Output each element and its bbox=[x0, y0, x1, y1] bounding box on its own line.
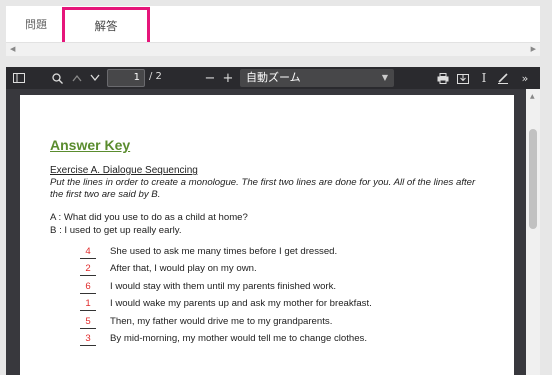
page-title: Answer Key bbox=[50, 137, 131, 153]
exercise-title: Exercise A. Dialogue Sequencing bbox=[50, 165, 198, 176]
answer-number: 5 bbox=[80, 316, 96, 329]
search-icon[interactable] bbox=[50, 71, 64, 85]
pdf-toolbar: 1 / 2 − + 自動ズーム ▼ I » bbox=[6, 67, 540, 89]
answer-number: 2 bbox=[80, 263, 96, 276]
answer-text: After that, I would play on my own. bbox=[110, 263, 257, 274]
page-total-label: / 2 bbox=[149, 71, 162, 82]
previous-page-icon[interactable] bbox=[70, 71, 84, 85]
zoom-select-label: 自動ズーム bbox=[246, 71, 301, 84]
answer-text: She used to ask me many times before I g… bbox=[110, 246, 338, 257]
dialogue-line-a: A : What did you use to do as a child at… bbox=[50, 212, 248, 223]
scroll-left-icon[interactable]: ◀ bbox=[10, 45, 15, 53]
tab-answer[interactable]: 解答 bbox=[62, 7, 150, 45]
sidebar-toggle-icon[interactable] bbox=[12, 71, 26, 85]
dialogue-line-b: B : I used to get up really early. bbox=[50, 225, 182, 236]
more-tools-icon[interactable]: » bbox=[518, 71, 532, 85]
scrollbar-thumb[interactable] bbox=[529, 129, 537, 229]
app-frame: 問題 解答 ◀ ▶ 1 / 2 − + 自動ズーム ▼ I » Answer K… bbox=[0, 0, 552, 375]
scroll-up-icon[interactable]: ▲ bbox=[530, 93, 535, 100]
scroll-right-icon[interactable]: ▶ bbox=[531, 45, 536, 53]
next-page-icon[interactable] bbox=[88, 71, 102, 85]
zoom-select[interactable]: 自動ズーム ▼ bbox=[240, 69, 394, 87]
zoom-out-icon[interactable]: − bbox=[204, 71, 216, 86]
tab-question[interactable]: 問題 bbox=[16, 6, 56, 42]
answer-number: 3 bbox=[80, 333, 96, 346]
print-icon[interactable] bbox=[436, 71, 450, 85]
tab-bar: 問題 解答 bbox=[6, 6, 540, 45]
pdf-viewer: 1 / 2 − + 自動ズーム ▼ I » Answer Key Exercis… bbox=[6, 67, 540, 375]
answer-text: I would stay with them until my parents … bbox=[110, 281, 337, 292]
exercise-instructions: Put the lines in order to create a monol… bbox=[50, 177, 476, 200]
answer-number: 4 bbox=[80, 246, 96, 259]
horizontal-scrollbar[interactable]: ◀ ▶ bbox=[6, 42, 540, 56]
chevron-down-icon: ▼ bbox=[381, 73, 388, 82]
answer-number: 1 bbox=[80, 298, 96, 311]
draw-icon[interactable] bbox=[496, 71, 510, 85]
download-icon[interactable] bbox=[456, 71, 470, 85]
page-number-input[interactable]: 1 bbox=[107, 69, 145, 87]
answer-text: I would wake my parents up and ask my mo… bbox=[110, 298, 372, 309]
answer-number: 6 bbox=[80, 281, 96, 294]
pdf-page: Answer Key Exercise A. Dialogue Sequenci… bbox=[20, 95, 514, 375]
vertical-scrollbar[interactable]: ▲ bbox=[526, 89, 540, 375]
answer-text: By mid-morning, my mother would tell me … bbox=[110, 333, 368, 344]
zoom-in-icon[interactable]: + bbox=[222, 71, 234, 86]
text-select-icon[interactable]: I bbox=[478, 71, 490, 85]
answer-text: Then, my father would drive me to my gra… bbox=[110, 316, 333, 327]
